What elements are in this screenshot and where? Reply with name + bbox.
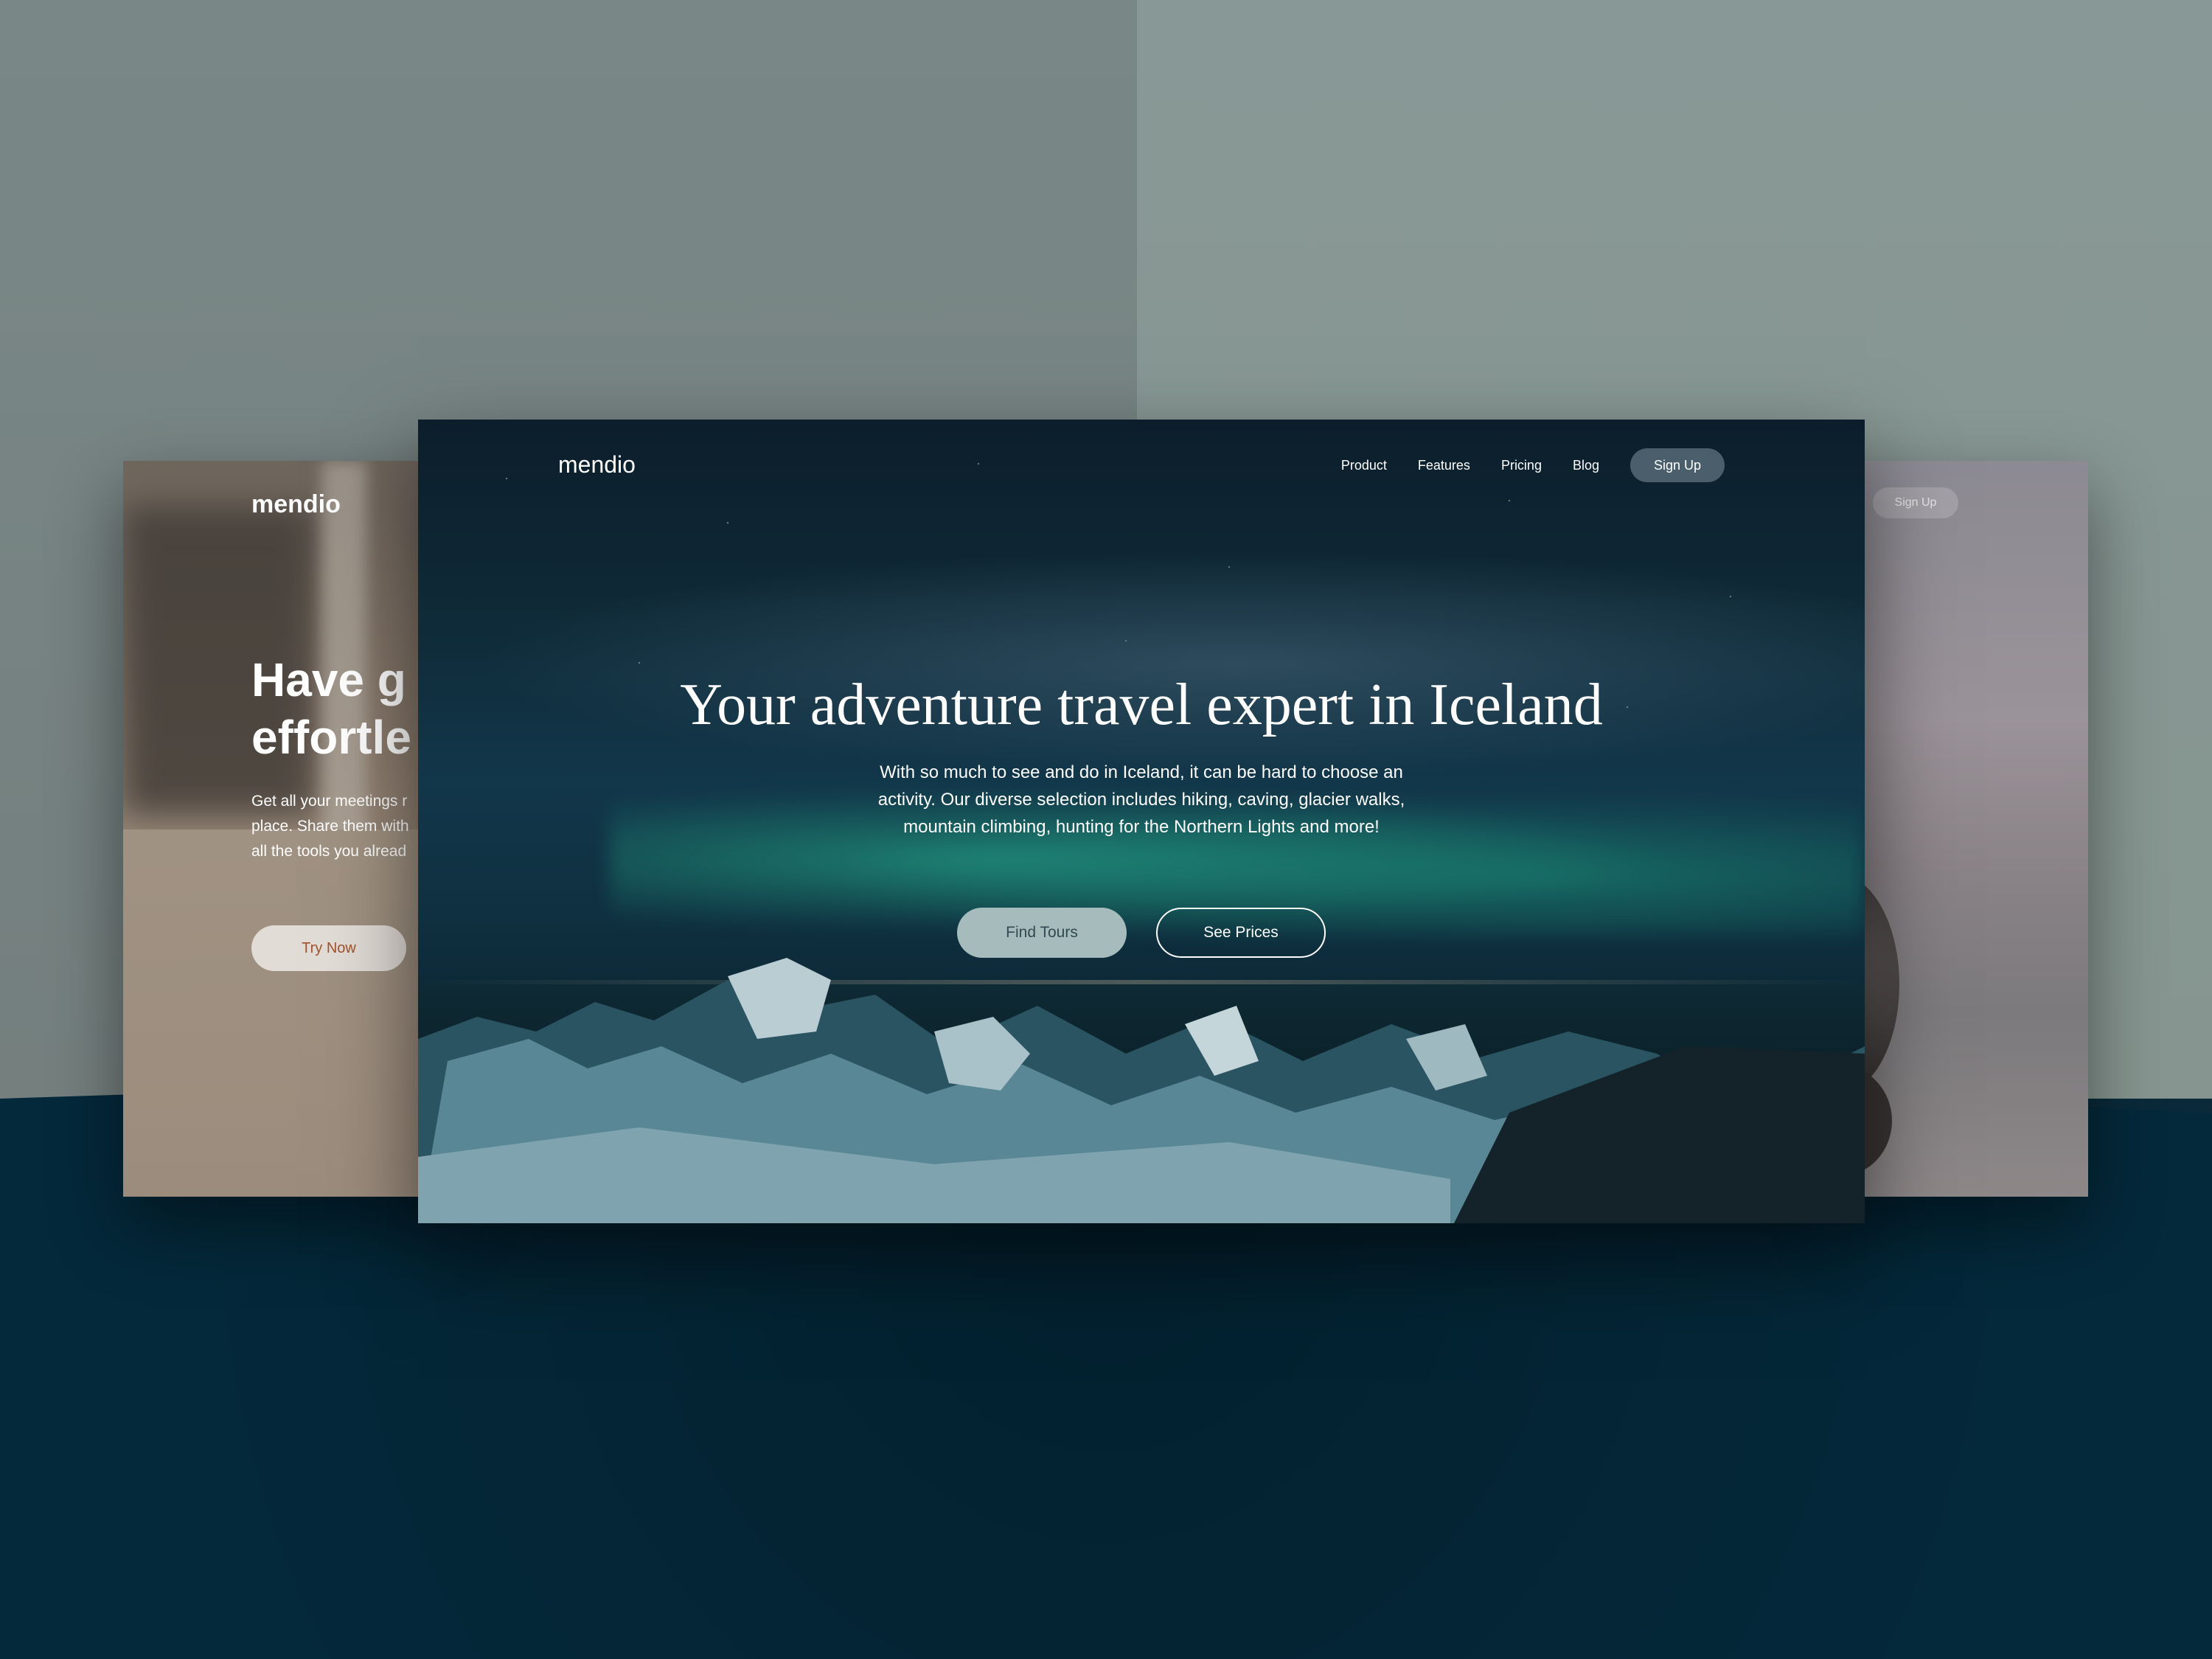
nav-item-pricing[interactable]: Pricing <box>1501 458 1542 473</box>
main-nav: Product Features Pricing Blog Sign Up <box>1341 448 1725 482</box>
left-card-headline-line2: effortle <box>251 711 411 764</box>
sky-clouds <box>418 530 1865 796</box>
back-right-card: Sign Up <box>1840 461 2088 1197</box>
find-tours-button[interactable]: Find Tours <box>957 908 1127 958</box>
left-card-headline: Have g effortle <box>251 651 411 766</box>
try-now-button[interactable]: Try Now <box>251 925 406 971</box>
right-card-signup-button[interactable]: Sign Up <box>1873 487 1958 518</box>
snowy-rocks <box>418 958 1865 1223</box>
signup-button[interactable]: Sign Up <box>1630 448 1725 482</box>
nav-item-features[interactable]: Features <box>1418 458 1470 473</box>
hero-description: With so much to see and do in Iceland, i… <box>877 762 1405 837</box>
see-prices-button[interactable]: See Prices <box>1156 908 1326 958</box>
hero-title: Your adventure travel expert in Iceland <box>680 672 1603 737</box>
background-photo-table <box>123 830 448 1197</box>
main-hero-card: mendio Product Features Pricing Blog Sig… <box>418 420 1865 1223</box>
nav-item-product[interactable]: Product <box>1341 458 1387 473</box>
back-left-card: mendio Have g effortle Get all your meet… <box>123 461 448 1197</box>
main-logo[interactable]: mendio <box>558 451 636 479</box>
left-card-headline-line1: Have g <box>251 653 406 706</box>
nav-item-blog[interactable]: Blog <box>1573 458 1599 473</box>
left-card-logo: mendio <box>251 490 341 518</box>
